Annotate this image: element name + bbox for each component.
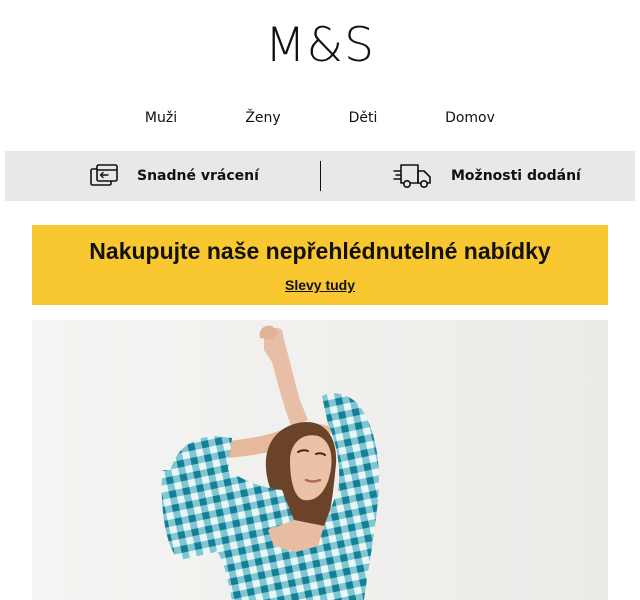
nav-item-women[interactable]: Ženy <box>245 108 280 128</box>
nav-item-home[interactable]: Domov <box>445 108 495 128</box>
nav-item-kids[interactable]: Děti <box>349 108 378 128</box>
easy-returns-label: Snadné vrácení <box>137 168 259 184</box>
delivery-options-link[interactable]: Možnosti dodání <box>393 151 581 201</box>
promo-link[interactable]: Slevy tudy <box>32 276 608 294</box>
promo-link-label[interactable]: Slevy tudy <box>285 277 355 293</box>
nav-item-men[interactable]: Muži <box>145 108 177 128</box>
returns-card-icon <box>89 163 119 189</box>
main-nav: Muži Ženy Děti Domov <box>0 108 640 128</box>
hero-image[interactable] <box>32 320 608 600</box>
service-divider <box>320 161 321 191</box>
brand-logo[interactable]: M&S <box>0 18 640 74</box>
delivery-truck-icon <box>393 162 433 190</box>
easy-returns-link[interactable]: Snadné vrácení <box>89 151 259 201</box>
promo-title: Nakupujte naše nepřehlédnutelné nabídky <box>89 238 551 264</box>
delivery-options-label: Možnosti dodání <box>451 168 581 184</box>
email-page: M&S Muži Ženy Děti Domov Snadné vrácení <box>0 0 640 600</box>
service-bar: Snadné vrácení Možnosti dodání <box>5 151 635 201</box>
promo-banner: Nakupujte naše nepřehlédnutelné nabídky … <box>32 225 608 305</box>
hero-photo <box>32 320 608 600</box>
